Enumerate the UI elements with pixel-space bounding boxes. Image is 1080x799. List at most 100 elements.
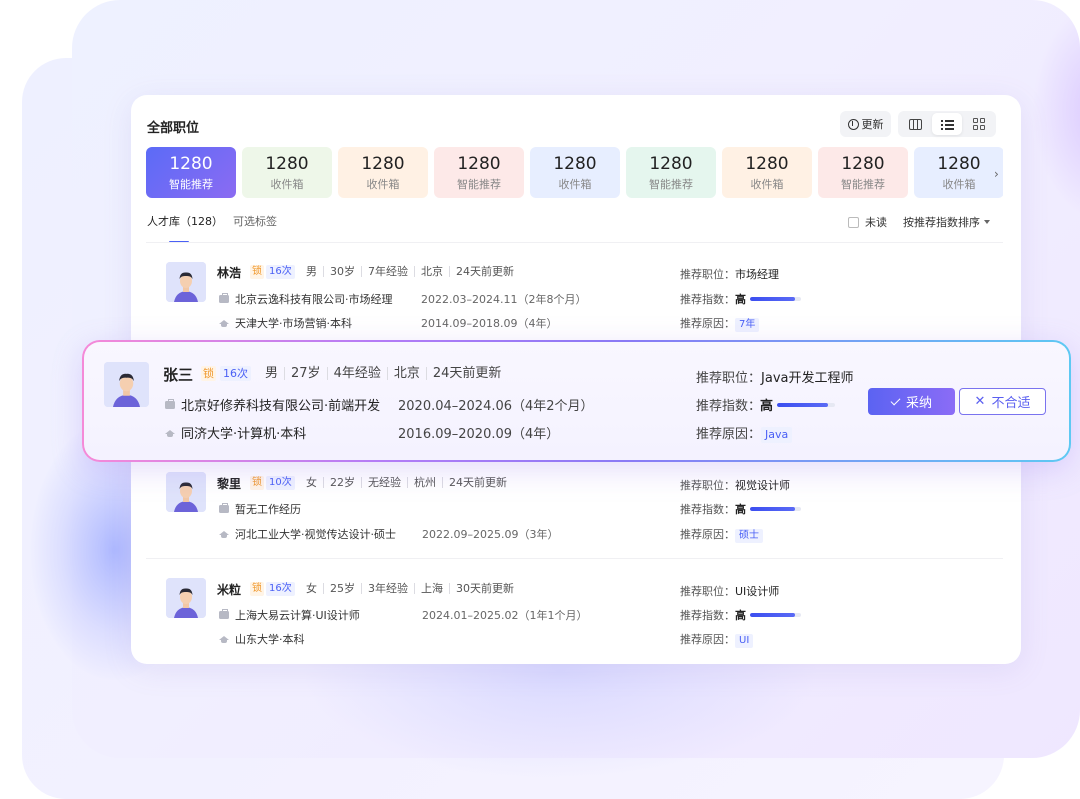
work-text: 上海大易云计算·UI设计师 <box>235 609 360 622</box>
update-time: 30天前更新 <box>449 583 520 594</box>
gender: 男 <box>265 366 279 381</box>
avatar <box>166 578 206 618</box>
graduation-cap-icon <box>219 319 229 327</box>
recommend-index-value: 高 <box>735 293 746 306</box>
tab-optional-tags[interactable]: 可选标签 <box>233 213 277 229</box>
candidate-meta: 男 27岁 4年经验 北京 24天前更新 <box>265 367 507 380</box>
stat-tile-label: 智能推荐 <box>841 177 885 191</box>
recommended-position: 推荐职位：视觉设计师 <box>680 479 790 492</box>
education-period: 2022.09–2025.09（3年） <box>422 528 559 541</box>
recommend-index: 高 <box>760 395 836 414</box>
stat-tile[interactable]: 1280 智能推荐 <box>818 147 908 198</box>
divider <box>146 558 1003 559</box>
education-text: 河北工业大学·视觉传达设计·硕士 <box>235 528 396 541</box>
check-icon <box>890 395 901 405</box>
candidate-name[interactable]: 林浩 <box>217 264 241 281</box>
unread-label: 未读 <box>865 216 887 229</box>
stat-tile-count: 1280 <box>553 153 597 174</box>
chevron-right-icon[interactable]: › <box>994 167 999 181</box>
stat-tile-label: 智能推荐 <box>169 177 213 191</box>
recommend-index: 高 <box>735 291 801 307</box>
tab-talent-pool[interactable]: 人才库（128） <box>147 213 223 229</box>
stat-tile-label: 收件箱 <box>750 177 784 191</box>
stat-tile[interactable]: 1280 收件箱 <box>242 147 332 198</box>
sort-label: 按推荐指数排序 <box>903 216 980 229</box>
lock-tag: 锁 <box>201 366 216 381</box>
unread-checkbox[interactable] <box>848 216 859 228</box>
candidate-name[interactable]: 米粒 <box>217 581 241 598</box>
recommend-reason: 推荐原因： UI <box>680 631 754 648</box>
refresh-icon <box>847 118 859 130</box>
gender: 女 <box>306 582 317 595</box>
candidate-meta: 女 25岁 3年经验 上海 30天前更新 <box>306 583 520 594</box>
stat-tile[interactable]: 1280 智能推荐 <box>146 147 236 198</box>
list-view-button[interactable] <box>932 113 962 135</box>
recommend-index-label: 推荐指数： <box>680 609 735 622</box>
stat-tile[interactable]: 1280 收件箱 <box>914 147 1003 198</box>
lock-tag: 锁 <box>250 582 264 596</box>
avatar <box>166 262 206 302</box>
lock-tag: 锁 <box>250 265 264 279</box>
city: 北京 <box>414 266 449 277</box>
candidate-row[interactable]: 米粒 锁 16次 女 25岁 3年经验 上海 30天前更新 上海大易云计算·UI… <box>131 560 1021 660</box>
recommend-index-bar <box>777 402 836 407</box>
stat-tile[interactable]: 1280 智能推荐 <box>434 147 524 198</box>
columns-view-button[interactable] <box>900 113 930 135</box>
gender: 女 <box>306 476 317 489</box>
candidate-row[interactable]: 林浩 锁 16次 男 30岁 7年经验 北京 24天前更新 北京云逸科技有限公司… <box>131 243 1021 343</box>
decorative-glow <box>1032 0 1080 220</box>
caret-down-icon <box>984 220 990 224</box>
age: 22岁 <box>323 477 361 488</box>
recommend-index: 高 <box>735 501 801 517</box>
sort-dropdown[interactable]: 按推荐指数排序 <box>903 214 990 230</box>
city: 杭州 <box>407 477 442 488</box>
grid-view-button[interactable] <box>964 113 994 135</box>
recommend-index-label: 推荐指数： <box>680 293 735 306</box>
age: 27岁 <box>284 367 327 380</box>
work-text: 暂无工作经历 <box>235 503 301 516</box>
stat-tile-count: 1280 <box>937 153 981 174</box>
stat-tile[interactable]: 1280 智能推荐 <box>626 147 716 198</box>
refresh-button[interactable]: 更新 <box>840 111 891 137</box>
stat-tile-label: 收件箱 <box>558 177 592 191</box>
stat-tile[interactable]: 1280 收件箱 <box>530 147 620 198</box>
graduation-cap-icon <box>165 429 175 437</box>
recommend-index-value: 高 <box>735 503 746 516</box>
stat-tile-count: 1280 <box>265 153 309 174</box>
education-text: 山东大学·本科 <box>235 633 305 646</box>
update-time: 24天前更新 <box>425 367 508 380</box>
stat-tile-label: 收件箱 <box>942 177 976 191</box>
stat-tile[interactable]: 1280 收件箱 <box>338 147 428 198</box>
experience: 3年经验 <box>361 583 414 594</box>
stat-tile[interactable]: 1280 收件箱 <box>722 147 812 198</box>
education-period: 2014.09–2018.09（4年） <box>421 317 558 330</box>
stat-tile-count: 1280 <box>745 153 789 174</box>
lock-tag: 锁 <box>250 476 264 490</box>
stat-tile-count: 1280 <box>649 153 693 174</box>
graduation-cap-icon <box>219 635 229 643</box>
candidate-row[interactable]: 黎里 锁 10次 女 22岁 无经验 杭州 24天前更新 暂无工作经历 河北工业… <box>131 455 1021 555</box>
highlighted-candidate-card[interactable]: 张三 锁 16次 男 27岁 4年经验 北京 24天前更新 北京好修养科技有限公… <box>82 340 1071 462</box>
work-line: 北京云逸科技有限公司·市场经理 <box>219 291 393 307</box>
education-line: 山东大学·本科 <box>219 631 305 647</box>
view-count-tag: 16次 <box>266 582 295 596</box>
candidate-name[interactable]: 张三 <box>163 364 193 385</box>
recommended-position: 推荐职位：Java开发工程师 <box>696 371 854 386</box>
refresh-label: 更新 <box>861 118 884 131</box>
candidate-name[interactable]: 黎里 <box>217 475 241 492</box>
stat-tile-label: 智能推荐 <box>457 177 501 191</box>
education-period: 2016.09–2020.09（4年） <box>398 427 560 442</box>
view-count-tag: 16次 <box>220 366 251 381</box>
age: 25岁 <box>323 583 361 594</box>
education-line: 河北工业大学·视觉传达设计·硕士 <box>219 526 396 542</box>
stat-tile-label: 收件箱 <box>366 177 400 191</box>
list-view-icon <box>940 119 954 130</box>
reason-tag: 7年 <box>735 318 760 332</box>
work-line: 北京好修养科技有限公司·前端开发 <box>165 395 380 414</box>
education-line: 同济大学·计算机·本科 <box>165 423 306 442</box>
city: 北京 <box>386 367 426 380</box>
briefcase-icon <box>219 609 229 619</box>
reject-button[interactable]: ✕ 不合适 <box>959 388 1046 415</box>
accept-button[interactable]: 采纳 <box>868 388 955 415</box>
unread-filter[interactable]: 未读 <box>848 214 887 230</box>
